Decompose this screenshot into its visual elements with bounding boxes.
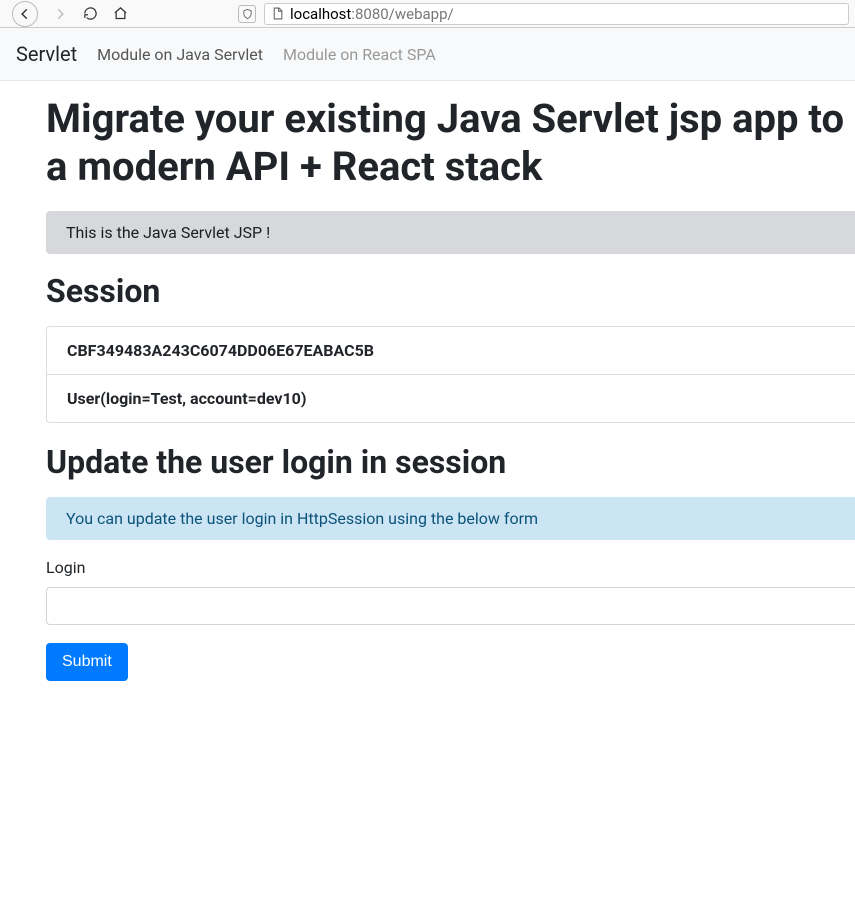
url-bar[interactable]: localhost:8080/webapp/	[264, 3, 849, 25]
update-heading: Update the user login in session	[46, 443, 855, 481]
back-button[interactable]	[12, 1, 38, 27]
alert-servlet: This is the Java Servlet JSP !	[46, 211, 855, 254]
url-bar-section: localhost:8080/webapp/	[238, 3, 849, 25]
session-user: User(login=Test, account=dev10)	[47, 375, 855, 422]
url-text: localhost:8080/webapp/	[290, 5, 454, 23]
url-path: :8080/webapp/	[351, 5, 453, 23]
navbar-link-react-spa[interactable]: Module on React SPA	[283, 45, 436, 64]
nav-buttons	[6, 1, 128, 27]
submit-button[interactable]: Submit	[46, 643, 128, 681]
session-list: CBF349483A243C6074DD06E67EABAC5B User(lo…	[46, 326, 855, 423]
navbar-link-java-servlet[interactable]: Module on Java Servlet	[97, 45, 263, 64]
reload-button[interactable]	[82, 6, 98, 22]
main-content: Migrate your existing Java Servlet jsp a…	[0, 95, 855, 701]
browser-toolbar: localhost:8080/webapp/	[0, 0, 855, 28]
page-title: Migrate your existing Java Servlet jsp a…	[46, 95, 855, 191]
navbar-brand[interactable]: Servlet	[16, 42, 77, 66]
login-label: Login	[46, 558, 855, 577]
session-heading: Session	[46, 272, 855, 310]
alert-info: You can update the user login in HttpSes…	[46, 497, 855, 540]
home-button[interactable]	[112, 6, 128, 22]
login-input[interactable]	[46, 587, 855, 625]
forward-button[interactable]	[52, 6, 68, 22]
shield-icon[interactable]	[238, 5, 256, 23]
page-info-icon[interactable]	[271, 7, 284, 20]
session-id: CBF349483A243C6074DD06E67EABAC5B	[47, 327, 855, 375]
url-host: localhost	[290, 5, 351, 23]
app-navbar: Servlet Module on Java Servlet Module on…	[0, 28, 855, 81]
